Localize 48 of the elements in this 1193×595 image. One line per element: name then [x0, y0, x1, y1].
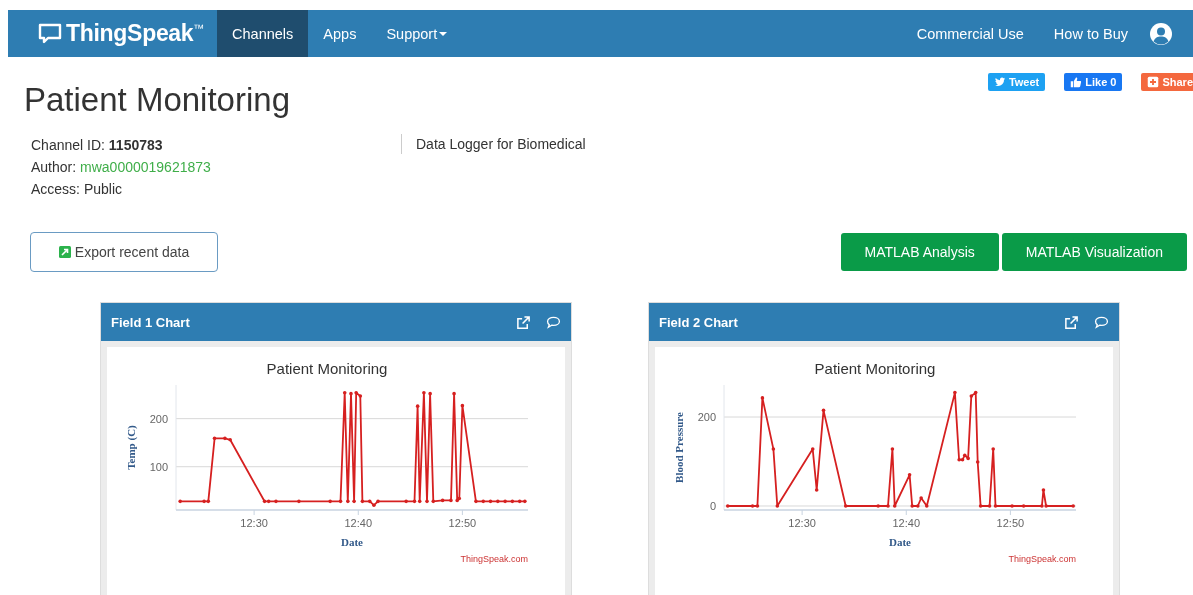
- channel-id: Channel ID: 1150783: [31, 136, 164, 155]
- y-axis-label: Blood Pressure: [673, 412, 685, 483]
- chart-title: Patient Monitoring: [266, 360, 388, 377]
- user-avatar-icon[interactable]: [1149, 21, 1173, 46]
- y-tick-label: 200: [149, 412, 168, 425]
- x-tick-label: 12:50: [996, 517, 1025, 529]
- y-tick-label: 200: [697, 411, 716, 424]
- matlab-button[interactable]: MATLAB Analysis: [840, 233, 999, 271]
- y-axis-label: Temp (C): [125, 425, 137, 470]
- channel-description: Data Logger for Biomedical: [416, 136, 586, 152]
- chart-credit-link[interactable]: ThingSpeak.com: [460, 554, 528, 564]
- nav-link[interactable]: How to Buy: [1038, 10, 1143, 57]
- thumbs-up-icon: [1070, 76, 1083, 88]
- chart-credit-link[interactable]: ThingSpeak.com: [1008, 554, 1076, 564]
- logo-icon: [38, 22, 62, 45]
- x-axis-label: Date: [889, 536, 911, 548]
- share-button[interactable]: Tweet: [987, 73, 1046, 91]
- channel-title: Patient Monitoring: [24, 80, 290, 120]
- export-icon: [58, 246, 71, 258]
- nav-link[interactable]: Commercial Use: [901, 10, 1039, 57]
- comment-icon[interactable]: [1094, 314, 1109, 330]
- x-tick-label: 12:50: [448, 517, 477, 529]
- bird-icon: [993, 76, 1006, 88]
- y-tick-label: 0: [709, 500, 716, 512]
- matlab-button[interactable]: MATLAB Visualization: [1001, 233, 1187, 271]
- brand-logo[interactable]: ThingSpeak$^{™}$: [66, 20, 205, 47]
- x-tick-label: 12:40: [892, 517, 921, 529]
- nav-tab[interactable]: Support: [371, 10, 463, 57]
- author-link[interactable]: mwa0000019621873: [80, 159, 211, 175]
- external-link-icon[interactable]: [516, 314, 531, 330]
- card-title: Field 1 Chart: [111, 314, 190, 330]
- external-link-icon[interactable]: [1064, 314, 1079, 330]
- author-label: Author:: [31, 159, 77, 175]
- x-tick-label: 12:30: [240, 517, 268, 529]
- x-axis-label: Date: [341, 536, 363, 548]
- plus-icon: [1147, 76, 1160, 88]
- y-tick-label: 100: [149, 460, 168, 473]
- x-tick-label: 12:40: [344, 517, 373, 529]
- nav-tab[interactable]: Apps: [308, 10, 372, 57]
- chart-title: Patient Monitoring: [814, 360, 936, 377]
- card-title: Field 2 Chart: [659, 314, 738, 330]
- share-button[interactable]: Like 0: [1064, 73, 1123, 91]
- comment-icon[interactable]: [546, 314, 561, 330]
- export-button[interactable]: Export recent data: [30, 232, 218, 272]
- x-tick-label: 12:30: [788, 517, 816, 529]
- access-text: Access: Public: [31, 180, 124, 199]
- share-button[interactable]: Share: [1141, 73, 1193, 91]
- nav-tab[interactable]: Channels: [217, 10, 309, 57]
